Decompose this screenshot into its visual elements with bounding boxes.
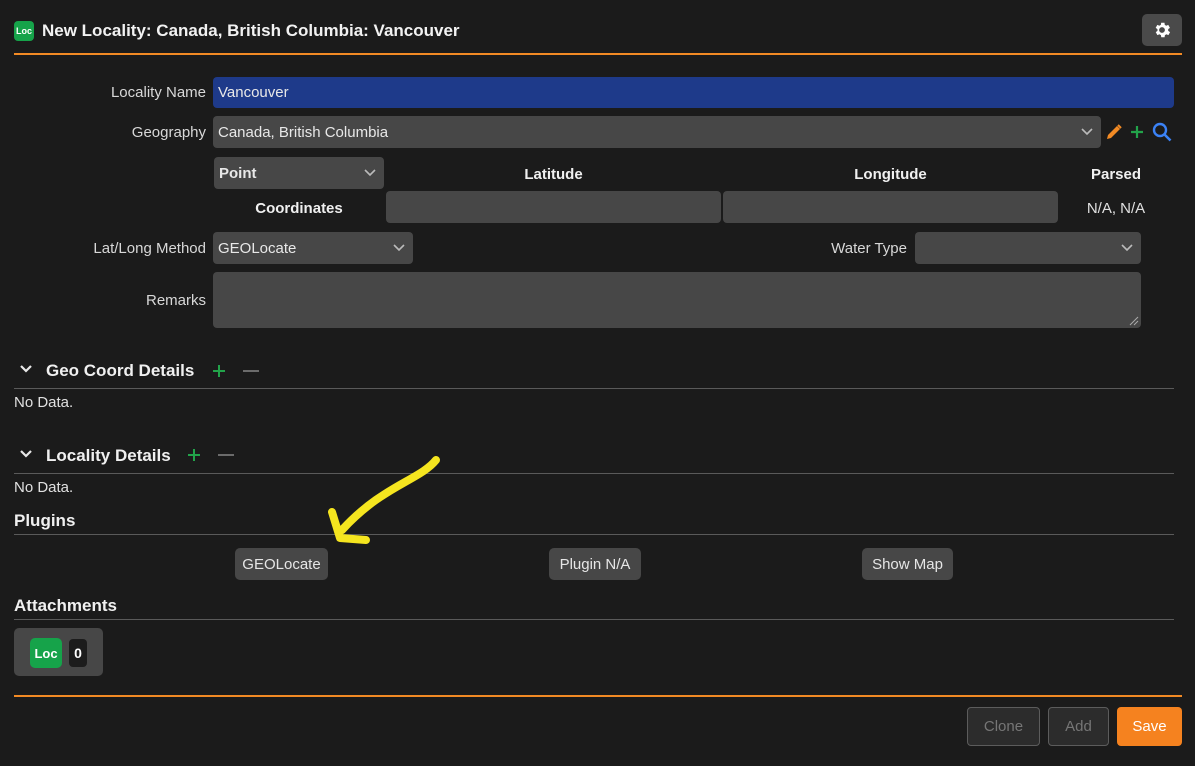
collapse-geo-coord-chevron-icon[interactable] xyxy=(19,364,33,374)
remove-geo-coord-minus-icon[interactable] xyxy=(242,363,260,379)
latitude-input[interactable] xyxy=(386,191,721,223)
water-type-label: Water Type xyxy=(831,240,907,257)
app-icon: Loc xyxy=(14,21,34,41)
attachment-icon-text: Loc xyxy=(34,645,58,661)
water-type-select[interactable] xyxy=(915,232,1141,264)
attachments-count-badge: 0 xyxy=(69,639,87,667)
remove-locality-details-minus-icon[interactable] xyxy=(217,447,235,463)
lat-long-method-value: GEOLocate xyxy=(218,239,297,257)
resize-handle-icon[interactable] xyxy=(1129,316,1139,326)
add-geography-button[interactable] xyxy=(1129,122,1147,142)
coordinate-type-select[interactable]: Point xyxy=(214,157,384,189)
geo-coord-divider xyxy=(14,388,1174,389)
header-divider xyxy=(14,53,1182,55)
locality-details-title: Locality Details xyxy=(46,446,171,465)
gear-icon xyxy=(1155,22,1171,38)
collapse-locality-details-chevron-icon[interactable] xyxy=(19,449,33,459)
attachments-button[interactable]: Loc 0 xyxy=(14,628,103,676)
locality-details-divider xyxy=(14,473,1174,474)
chevron-down-icon xyxy=(393,244,405,252)
search-geography-button[interactable] xyxy=(1151,121,1173,143)
latitude-header: Latitude xyxy=(524,166,583,183)
attachments-divider xyxy=(14,619,1174,620)
plugins-title: Plugins xyxy=(14,511,76,530)
remarks-textarea[interactable] xyxy=(213,272,1141,328)
geo-coord-empty-text: No Data. xyxy=(14,394,74,411)
attachments-title: Attachments xyxy=(14,596,117,615)
save-button[interactable]: Save xyxy=(1117,707,1182,746)
chevron-down-icon xyxy=(1081,128,1093,136)
locality-details-empty-text: No Data. xyxy=(14,479,74,496)
add-geo-coord-plus-icon[interactable] xyxy=(211,363,227,379)
chevron-down-icon xyxy=(364,169,376,177)
add-button[interactable]: Add xyxy=(1048,707,1109,746)
geography-select[interactable]: Canada, British Columbia xyxy=(213,116,1101,148)
longitude-input[interactable] xyxy=(723,191,1058,223)
annotation-arrow-icon xyxy=(328,456,440,544)
footer-divider xyxy=(14,695,1182,697)
coordinates-label: Coordinates xyxy=(255,200,343,217)
geolocate-plugin-button[interactable]: GEOLocate xyxy=(235,548,328,580)
locality-name-input[interactable]: Vancouver xyxy=(213,77,1174,108)
attachment-file-icon: Loc xyxy=(30,638,62,668)
parsed-header: Parsed xyxy=(1090,166,1142,183)
geo-coord-details-title: Geo Coord Details xyxy=(46,361,195,380)
page-title: New Locality: Canada, British Columbia: … xyxy=(42,21,460,40)
locality-name-label: Locality Name xyxy=(110,84,206,101)
geography-value: Canada, British Columbia xyxy=(218,123,389,141)
lat-long-method-label: Lat/Long Method xyxy=(93,240,206,257)
search-icon xyxy=(1152,122,1172,142)
remarks-label: Remarks xyxy=(145,292,206,309)
show-map-button[interactable]: Show Map xyxy=(862,548,953,580)
lat-long-method-select[interactable]: GEOLocate xyxy=(213,232,413,264)
plus-icon xyxy=(1131,126,1143,138)
pencil-icon xyxy=(1107,124,1122,139)
chevron-down-icon xyxy=(1121,244,1133,252)
coordinate-type-value: Point xyxy=(219,164,257,182)
settings-button[interactable] xyxy=(1142,14,1182,46)
plugin-na-button[interactable]: Plugin N/A xyxy=(549,548,641,580)
add-locality-details-plus-icon[interactable] xyxy=(186,447,202,463)
clone-button[interactable]: Clone xyxy=(967,707,1040,746)
geography-label: Geography xyxy=(131,124,206,141)
edit-geography-button[interactable] xyxy=(1104,122,1124,142)
parsed-value: N/A, N/A xyxy=(1086,200,1146,217)
longitude-header: Longitude xyxy=(854,166,927,183)
plugins-divider xyxy=(14,534,1174,535)
